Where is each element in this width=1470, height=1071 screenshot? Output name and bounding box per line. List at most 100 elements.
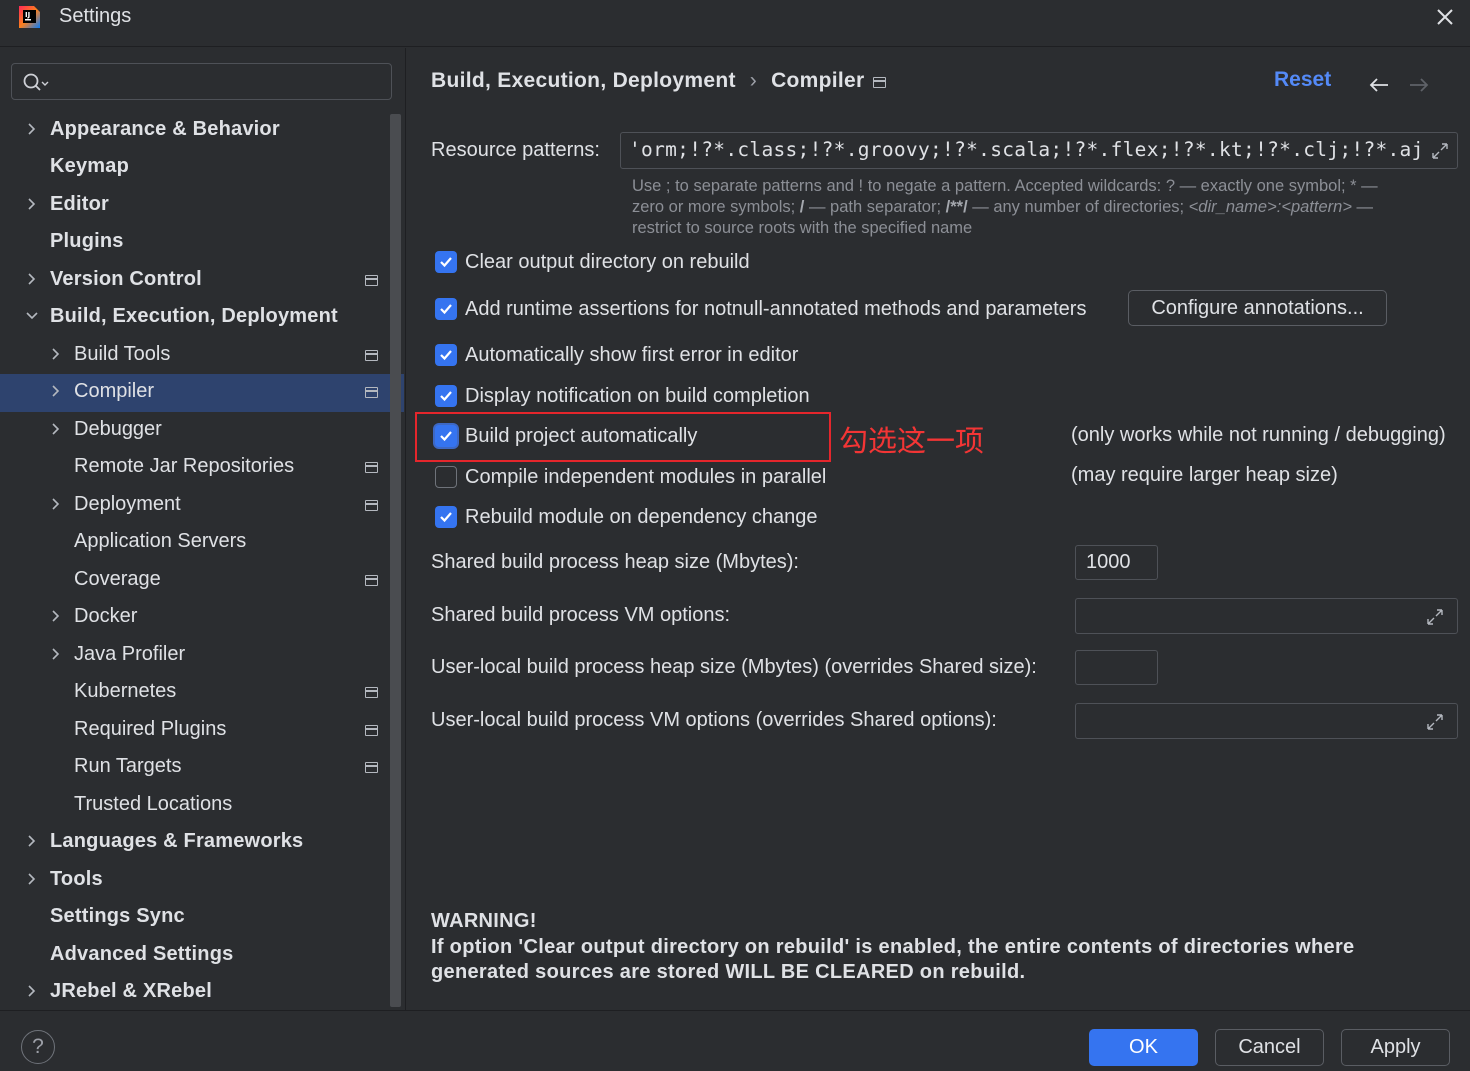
sidebar-item-appearance-behavior[interactable]: Appearance & Behavior — [0, 112, 404, 150]
chevron-right-icon[interactable] — [48, 421, 64, 437]
rebuild-on-dependency-label[interactable]: Rebuild module on dependency change — [465, 506, 818, 529]
build-notification-checkbox[interactable] — [435, 385, 457, 407]
title-bar: IJ Settings — [0, 0, 1470, 47]
chevron-right-icon[interactable] — [48, 496, 64, 512]
sidebar-item-label: Kubernetes — [74, 680, 177, 702]
sidebar-item-required-plugins[interactable]: Required Plugins — [0, 712, 404, 750]
project-scope-icon — [365, 387, 378, 398]
expand-icon[interactable] — [1429, 140, 1451, 162]
warning-message: WARNING! If option 'Clear output directo… — [431, 909, 1354, 986]
chevron-right-icon[interactable] — [48, 346, 64, 362]
user-vm-label: User-local build process VM options (ove… — [431, 709, 997, 731]
sidebar-item-languages-frameworks[interactable]: Languages & Frameworks — [0, 824, 404, 862]
show-first-error-label[interactable]: Automatically show first error in editor — [465, 344, 798, 367]
close-icon[interactable] — [1434, 6, 1456, 28]
chevron-right-icon[interactable] — [48, 383, 64, 399]
user-vm-field[interactable] — [1075, 703, 1458, 739]
resource-patterns-field[interactable]: 'orm;!?*.class;!?*.groovy;!?*.scala;!?*.… — [620, 132, 1458, 169]
sidebar-item-java-profiler[interactable]: Java Profiler — [0, 637, 404, 675]
sidebar-item-keymap[interactable]: Keymap — [0, 149, 404, 187]
expand-icon[interactable] — [1424, 606, 1446, 628]
sidebar-item-label: Deployment — [74, 493, 181, 515]
user-heap-label: User-local build process heap size (Mbyt… — [431, 656, 1037, 678]
cancel-button[interactable]: Cancel — [1215, 1029, 1324, 1066]
chevron-right-icon[interactable] — [48, 608, 64, 624]
settings-search[interactable] — [11, 63, 392, 100]
chevron-right-icon[interactable] — [24, 121, 40, 137]
sidebar-item-deployment[interactable]: Deployment — [0, 487, 404, 525]
breadcrumb-parent[interactable]: Build, Execution, Deployment — [431, 69, 736, 92]
shared-vm-field[interactable] — [1075, 598, 1458, 634]
project-scope-icon — [365, 762, 378, 773]
chevron-right-icon[interactable] — [24, 871, 40, 887]
sidebar-item-label: Remote Jar Repositories — [74, 455, 295, 477]
shared-heap-value: 1000 — [1086, 551, 1131, 573]
sidebar-item-advanced-settings[interactable]: Advanced Settings — [0, 937, 404, 975]
sidebar-item-build-tools[interactable]: Build Tools — [0, 337, 404, 375]
sidebar-scrollbar[interactable] — [390, 114, 401, 1007]
sidebar-item-label: Coverage — [74, 568, 161, 590]
sidebar-item-build-execution-deployment[interactable]: Build, Execution, Deployment — [0, 299, 404, 337]
ok-button[interactable]: OK — [1089, 1029, 1198, 1066]
sidebar-item-label: Keymap — [50, 155, 130, 177]
expand-icon[interactable] — [1424, 711, 1446, 733]
sidebar-item-label: Tools — [50, 868, 103, 890]
sidebar-item-tools[interactable]: Tools — [0, 862, 404, 900]
sidebar-item-remote-jar-repositories[interactable]: Remote Jar Repositories — [0, 449, 404, 487]
sidebar-item-jrebel-xrebel[interactable]: JRebel & XRebel — [0, 974, 404, 1012]
sidebar-item-editor[interactable]: Editor — [0, 187, 404, 225]
parallel-modules-checkbox[interactable] — [435, 466, 457, 488]
configure-annotations-button[interactable]: Configure annotations... — [1128, 290, 1387, 326]
search-input[interactable] — [60, 68, 380, 96]
show-first-error-checkbox[interactable] — [435, 344, 457, 366]
reset-link[interactable]: Reset — [1274, 68, 1331, 92]
runtime-assertions-checkbox[interactable] — [435, 298, 457, 320]
apply-button[interactable]: Apply — [1341, 1029, 1450, 1066]
check-icon — [440, 257, 452, 268]
chevron-down-icon[interactable] — [24, 308, 40, 324]
chevron-right-icon[interactable] — [24, 833, 40, 849]
sidebar-item-label: Compiler — [74, 380, 155, 402]
sidebar-item-settings-sync[interactable]: Settings Sync — [0, 899, 404, 937]
build-automatically-label[interactable]: Build project automatically — [465, 425, 697, 448]
breadcrumb-current: Compiler — [771, 69, 865, 92]
sidebar-item-application-servers[interactable]: Application Servers — [0, 524, 404, 562]
chevron-right-icon[interactable] — [24, 271, 40, 287]
chevron-right-icon[interactable] — [48, 646, 64, 662]
help-button[interactable]: ? — [21, 1030, 55, 1064]
sidebar-item-trusted-locations[interactable]: Trusted Locations — [0, 787, 404, 825]
sidebar-item-version-control[interactable]: Version Control — [0, 262, 404, 300]
sidebar-item-debugger[interactable]: Debugger — [0, 412, 404, 450]
clear-output-checkbox[interactable] — [435, 251, 457, 273]
sidebar-item-coverage[interactable]: Coverage — [0, 562, 404, 600]
chevron-right-icon[interactable] — [24, 983, 40, 999]
warning-title: WARNING! — [431, 910, 537, 932]
clear-output-label[interactable]: Clear output directory on rebuild — [465, 251, 750, 274]
sidebar-item-compiler[interactable]: Compiler — [0, 374, 404, 412]
check-icon — [440, 391, 452, 402]
shared-heap-field[interactable]: 1000 — [1075, 545, 1158, 580]
sidebar-item-run-targets[interactable]: Run Targets — [0, 749, 404, 787]
arrow-right-icon[interactable] — [1408, 76, 1430, 94]
arrow-left-icon[interactable] — [1368, 76, 1390, 94]
sidebar-item-label: Run Targets — [74, 755, 182, 777]
project-scope-icon — [365, 275, 378, 286]
sidebar-item-label: Editor — [50, 193, 109, 215]
sidebar-item-docker[interactable]: Docker — [0, 599, 404, 637]
dialog-footer: ? OK Cancel Apply — [0, 1010, 1470, 1071]
runtime-assertions-label[interactable]: Add runtime assertions for notnull-annot… — [465, 298, 1086, 321]
project-scope-icon — [365, 462, 378, 473]
sidebar-item-plugins[interactable]: Plugins — [0, 224, 404, 262]
build-notification-label[interactable]: Display notification on build completion — [465, 385, 810, 408]
search-icon — [23, 73, 49, 91]
sidebar-item-label: Languages & Frameworks — [50, 830, 304, 852]
parallel-modules-label[interactable]: Compile independent modules in parallel — [465, 466, 826, 489]
rebuild-on-dependency-checkbox[interactable] — [435, 506, 457, 528]
resource-patterns-value: 'orm;!?*.class;!?*.groovy;!?*.scala;!?*.… — [629, 138, 1424, 161]
sidebar-item-kubernetes[interactable]: Kubernetes — [0, 674, 404, 712]
shared-heap-label: Shared build process heap size (Mbytes): — [431, 551, 799, 573]
project-scope-icon — [365, 725, 378, 736]
build-automatically-checkbox[interactable] — [435, 425, 457, 447]
user-heap-field[interactable] — [1075, 650, 1158, 685]
chevron-right-icon[interactable] — [24, 196, 40, 212]
